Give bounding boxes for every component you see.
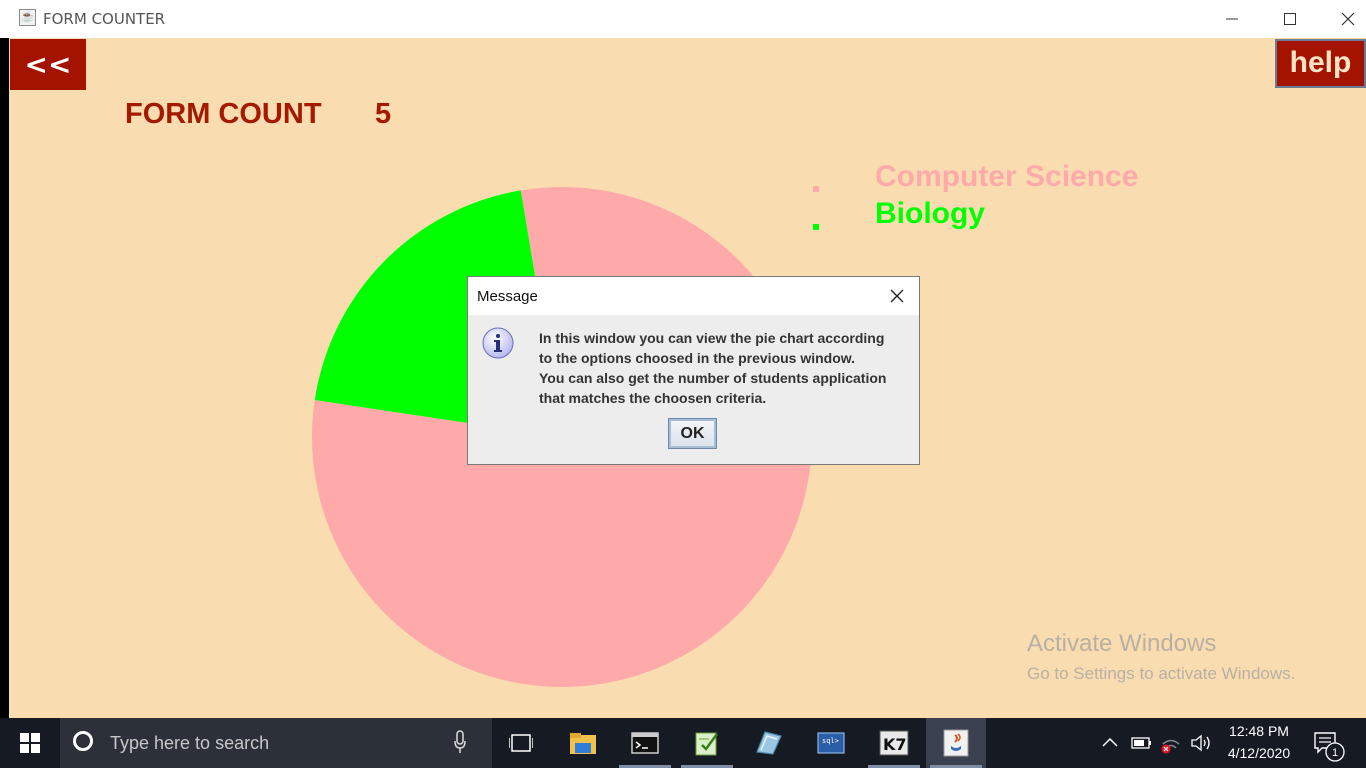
minimize-icon bbox=[1226, 18, 1238, 20]
dialog-message-line: You can also get the number of students … bbox=[539, 370, 887, 386]
dialog-title: Message bbox=[477, 288, 538, 305]
dialog-message: In this window you can view the pie char… bbox=[539, 328, 914, 408]
taskbar-java-app[interactable] bbox=[926, 718, 986, 768]
notification-count: 1 bbox=[1332, 747, 1338, 759]
dialog-titlebar: Message bbox=[468, 277, 919, 315]
java-icon bbox=[943, 729, 969, 757]
taskbar-sql-client[interactable]: sql> bbox=[801, 718, 861, 768]
dialog-message-line: that matches the choosen criteria. bbox=[539, 390, 767, 406]
network-warning-icon[interactable] bbox=[1160, 734, 1182, 754]
dialog-message-line: In this window you can view the pie char… bbox=[539, 330, 885, 346]
window-left-edge bbox=[0, 38, 9, 718]
taskbar-search[interactable]: Type here to search bbox=[60, 718, 492, 768]
java-app-icon: ☕ bbox=[19, 9, 36, 26]
chevron-up-icon[interactable] bbox=[1102, 736, 1118, 748]
dialog-close-button[interactable] bbox=[886, 285, 908, 307]
taskbar-clock-date[interactable]: 4/12/2020 bbox=[1215, 745, 1303, 761]
task-view-button[interactable] bbox=[491, 718, 551, 768]
k7-icon: K7 bbox=[879, 730, 909, 756]
close-icon bbox=[1341, 12, 1355, 26]
sql-icon: sql> bbox=[817, 732, 845, 754]
svg-text:sql>: sql> bbox=[822, 737, 839, 745]
close-button[interactable] bbox=[1319, 0, 1366, 38]
cortana-icon bbox=[73, 731, 93, 751]
taskbar-command-prompt[interactable] bbox=[615, 718, 675, 768]
windows-logo-icon bbox=[20, 733, 40, 753]
editor-icon bbox=[756, 731, 782, 755]
microphone-icon[interactable] bbox=[454, 730, 466, 754]
search-placeholder: Type here to search bbox=[110, 733, 270, 753]
volume-icon[interactable] bbox=[1190, 734, 1212, 752]
window-title: FORM COUNTER bbox=[43, 10, 166, 28]
message-dialog: Message In this window you can view the … bbox=[467, 276, 920, 465]
start-button[interactable] bbox=[0, 718, 60, 768]
notification-center-icon[interactable]: 1 bbox=[1313, 731, 1347, 763]
info-icon bbox=[482, 327, 514, 359]
taskbar-file-explorer[interactable] bbox=[553, 718, 613, 768]
taskbar-clock-time[interactable]: 12:48 PM bbox=[1215, 723, 1303, 739]
battery-icon[interactable] bbox=[1131, 736, 1153, 750]
close-icon bbox=[890, 289, 904, 303]
folder-icon bbox=[570, 733, 596, 754]
task-view-icon bbox=[509, 734, 533, 752]
maximize-icon bbox=[1284, 13, 1296, 25]
taskbar-notepad[interactable] bbox=[677, 718, 737, 768]
notepad-icon bbox=[695, 732, 719, 756]
minimize-button[interactable] bbox=[1203, 0, 1261, 38]
windows-taskbar: Type here to search sql> K7 12:48 PM 4/1… bbox=[0, 718, 1366, 768]
taskbar-app-editor[interactable] bbox=[739, 718, 799, 768]
window-titlebar: ☕ FORM COUNTER bbox=[0, 0, 1366, 38]
terminal-icon bbox=[631, 732, 659, 754]
activate-windows-subtitle: Go to Settings to activate Windows. bbox=[1027, 664, 1296, 683]
ok-button[interactable]: OK bbox=[668, 418, 717, 449]
svg-text:K7: K7 bbox=[883, 735, 907, 754]
maximize-button[interactable] bbox=[1261, 0, 1319, 38]
dialog-message-line: to the options choosed in the previous w… bbox=[539, 350, 856, 366]
taskbar-k7-antivirus[interactable]: K7 bbox=[864, 718, 924, 768]
activate-windows-title: Activate Windows bbox=[1027, 630, 1217, 657]
